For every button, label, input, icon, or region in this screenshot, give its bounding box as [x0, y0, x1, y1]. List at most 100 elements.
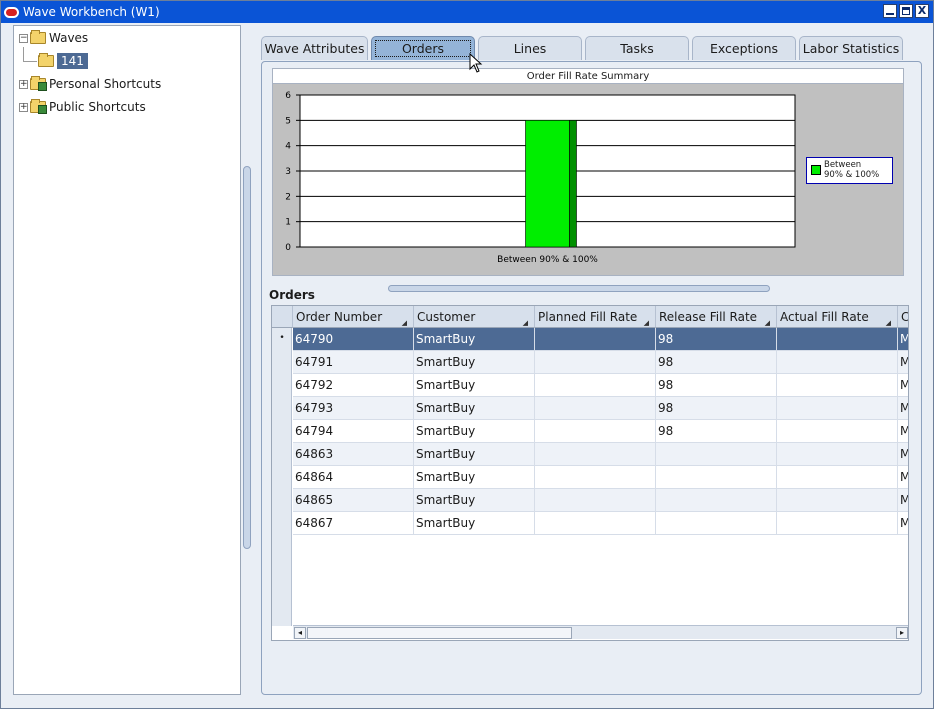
- table-row[interactable]: 64865SmartBuy M: [293, 489, 908, 512]
- order-number-cell[interactable]: 64790: [293, 328, 414, 351]
- customer-cell[interactable]: SmartBuy: [414, 351, 535, 374]
- column-header-planned-fill-rate[interactable]: Planned Fill Rate ◢: [535, 306, 656, 328]
- close-button[interactable]: X: [915, 4, 929, 18]
- table-row[interactable]: 64864SmartBuy M: [293, 466, 908, 489]
- c-cell[interactable]: M: [898, 512, 908, 535]
- c-cell[interactable]: M: [898, 397, 908, 420]
- orders-table[interactable]: Order Number ◢ Customer ◢ Planned Fill Rat…: [271, 305, 909, 641]
- actual-fill-rate-cell[interactable]: [777, 512, 898, 535]
- maximize-button[interactable]: [899, 4, 913, 18]
- customer-cell[interactable]: SmartBuy: [414, 420, 535, 443]
- row-selector[interactable]: [272, 351, 292, 374]
- panel-splitter[interactable]: [243, 166, 251, 549]
- tab-wave-attributes[interactable]: Wave Attributes: [261, 36, 368, 60]
- c-cell[interactable]: M: [898, 489, 908, 512]
- planned-fill-rate-cell[interactable]: [535, 489, 656, 512]
- tab-labor-statistics[interactable]: Labor Statistics: [799, 36, 903, 60]
- customer-cell[interactable]: SmartBuy: [414, 328, 535, 351]
- order-number-cell[interactable]: 64864: [293, 466, 414, 489]
- release-fill-rate-cell[interactable]: [656, 512, 777, 535]
- row-selector[interactable]: [272, 374, 292, 397]
- customer-cell[interactable]: SmartBuy: [414, 443, 535, 466]
- actual-fill-rate-cell[interactable]: [777, 443, 898, 466]
- minimize-button[interactable]: [883, 4, 897, 18]
- scroll-right-icon[interactable]: ▸: [896, 627, 908, 639]
- order-number-cell[interactable]: 64865: [293, 489, 414, 512]
- actual-fill-rate-cell[interactable]: [777, 420, 898, 443]
- actual-fill-rate-cell[interactable]: [777, 351, 898, 374]
- customer-cell[interactable]: SmartBuy: [414, 397, 535, 420]
- column-header-actual-fill-rate[interactable]: Actual Fill Rate ◢: [777, 306, 898, 328]
- splitter-handle[interactable]: [388, 285, 770, 292]
- column-header-c[interactable]: C: [898, 306, 908, 328]
- order-number-cell[interactable]: 64867: [293, 512, 414, 535]
- c-cell[interactable]: M: [898, 374, 908, 397]
- planned-fill-rate-cell[interactable]: [535, 374, 656, 397]
- navigation-tree[interactable]: − Waves 141 + Personal Shortcuts + Publi…: [13, 25, 241, 695]
- release-fill-rate-cell[interactable]: [656, 489, 777, 512]
- row-selector[interactable]: [272, 466, 292, 489]
- actual-fill-rate-cell[interactable]: [777, 489, 898, 512]
- expand-icon[interactable]: +: [19, 79, 28, 89]
- tree-node-public-shortcuts[interactable]: + Public Shortcuts: [19, 98, 146, 116]
- order-number-cell[interactable]: 64794: [293, 420, 414, 443]
- planned-fill-rate-cell[interactable]: [535, 351, 656, 374]
- table-row[interactable]: 64867SmartBuy M: [293, 512, 908, 535]
- planned-fill-rate-cell[interactable]: [535, 328, 656, 351]
- customer-cell[interactable]: SmartBuy: [414, 466, 535, 489]
- table-row[interactable]: 64791SmartBuy 98 M: [293, 351, 908, 374]
- customer-cell[interactable]: SmartBuy: [414, 512, 535, 535]
- tab-tasks[interactable]: Tasks: [585, 36, 689, 60]
- planned-fill-rate-cell[interactable]: [535, 397, 656, 420]
- table-row[interactable]: 64863SmartBuy M: [293, 443, 908, 466]
- c-cell[interactable]: M: [898, 328, 908, 351]
- order-number-cell[interactable]: 64793: [293, 397, 414, 420]
- c-cell[interactable]: M: [898, 420, 908, 443]
- release-fill-rate-cell[interactable]: 98: [656, 328, 777, 351]
- scroll-left-icon[interactable]: ◂: [294, 627, 306, 639]
- row-selector[interactable]: [272, 489, 292, 512]
- release-fill-rate-cell[interactable]: [656, 443, 777, 466]
- actual-fill-rate-cell[interactable]: [777, 466, 898, 489]
- tab-orders[interactable]: Orders: [371, 36, 475, 60]
- horizontal-scrollbar[interactable]: ◂ ▸: [293, 625, 908, 639]
- actual-fill-rate-cell[interactable]: [777, 374, 898, 397]
- tab-lines[interactable]: Lines: [478, 36, 582, 60]
- table-row[interactable]: 64793SmartBuy 98 M: [293, 397, 908, 420]
- planned-fill-rate-cell[interactable]: [535, 466, 656, 489]
- row-selector[interactable]: •: [272, 328, 292, 351]
- table-row[interactable]: 64792SmartBuy 98 M: [293, 374, 908, 397]
- row-selector[interactable]: [272, 443, 292, 466]
- customer-cell[interactable]: SmartBuy: [414, 374, 535, 397]
- row-selector[interactable]: [272, 512, 292, 535]
- tree-node-waves[interactable]: − Waves: [19, 29, 88, 47]
- table-row[interactable]: 64790SmartBuy 98 M: [293, 328, 908, 351]
- column-header-customer[interactable]: Customer ◢: [414, 306, 535, 328]
- collapse-icon[interactable]: −: [19, 33, 28, 43]
- title-bar[interactable]: Wave Workbench (W1) X: [1, 1, 933, 23]
- column-header-order-number[interactable]: Order Number ◢: [293, 306, 414, 328]
- actual-fill-rate-cell[interactable]: [777, 397, 898, 420]
- actual-fill-rate-cell[interactable]: [777, 328, 898, 351]
- c-cell[interactable]: M: [898, 443, 908, 466]
- table-row[interactable]: 64794SmartBuy 98 M: [293, 420, 908, 443]
- column-header-release-fill-rate[interactable]: Release Fill Rate ◢: [656, 306, 777, 328]
- planned-fill-rate-cell[interactable]: [535, 420, 656, 443]
- c-cell[interactable]: M: [898, 351, 908, 374]
- order-number-cell[interactable]: 64863: [293, 443, 414, 466]
- planned-fill-rate-cell[interactable]: [535, 512, 656, 535]
- tree-node-personal-shortcuts[interactable]: + Personal Shortcuts: [19, 75, 161, 93]
- order-number-cell[interactable]: 64791: [293, 351, 414, 374]
- order-number-cell[interactable]: 64792: [293, 374, 414, 397]
- tree-node-wave-141[interactable]: 141: [38, 52, 88, 70]
- c-cell[interactable]: M: [898, 466, 908, 489]
- release-fill-rate-cell[interactable]: 98: [656, 397, 777, 420]
- row-selector[interactable]: [272, 397, 292, 420]
- customer-cell[interactable]: SmartBuy: [414, 489, 535, 512]
- release-fill-rate-cell[interactable]: [656, 466, 777, 489]
- release-fill-rate-cell[interactable]: 98: [656, 420, 777, 443]
- release-fill-rate-cell[interactable]: 98: [656, 351, 777, 374]
- release-fill-rate-cell[interactable]: 98: [656, 374, 777, 397]
- scrollbar-thumb[interactable]: [307, 627, 572, 639]
- expand-icon[interactable]: +: [19, 102, 28, 112]
